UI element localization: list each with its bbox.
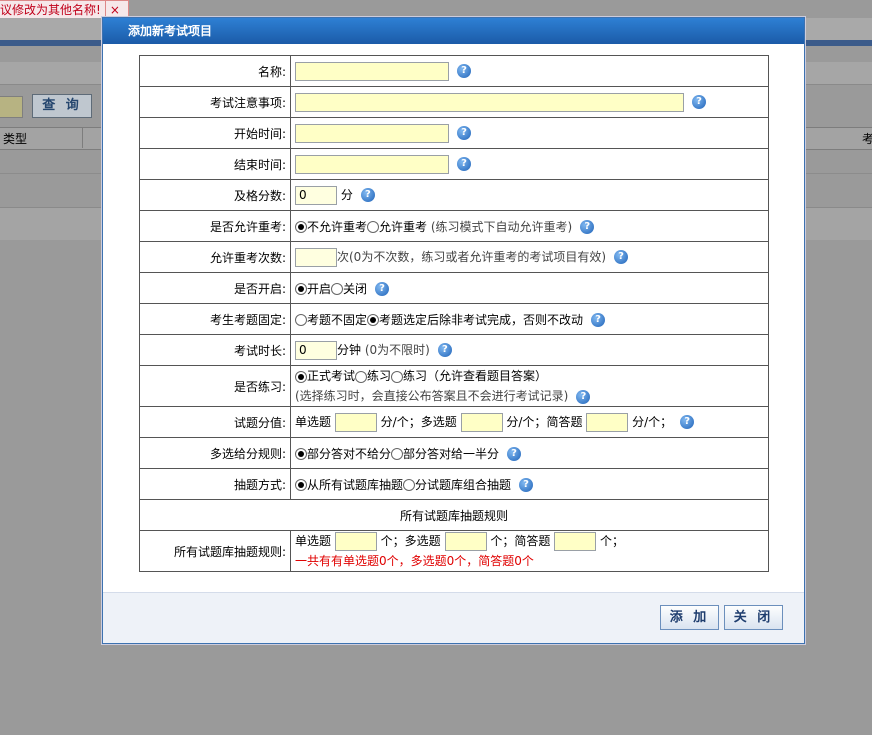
dialog-footer: 添 加 关 闭 — [103, 592, 804, 643]
rule-essay-input[interactable] — [554, 532, 597, 551]
retake-count-label: 允许重考次数: — [139, 241, 291, 273]
practice-option-label: 练习 — [367, 369, 392, 383]
end-time-label: 结束时间: — [139, 148, 291, 180]
retake-no-label: 不允许重考 — [307, 219, 368, 234]
retake-yes-label: 允许重考 — [379, 219, 428, 234]
open-label: 是否开启: — [139, 272, 291, 304]
fixed-no-label: 考题不固定 — [307, 312, 368, 327]
multi-rule-label: 多选给分规则: — [139, 437, 291, 469]
rule-label: 所有试题库抽题规则: — [139, 530, 291, 572]
rule-multi-label: 个；多选题 — [380, 534, 441, 548]
score-multi-unit: 分/个； — [506, 414, 547, 429]
draw-all-label: 从所有试题库抽题 — [307, 477, 404, 492]
draw-group-label: 分试题库组合抽题 — [415, 477, 512, 492]
score-single-unit: 分/个； — [380, 414, 421, 429]
practice-radio[interactable] — [355, 370, 368, 383]
name-label: 名称: — [139, 55, 291, 87]
add-exam-dialog: 添加新考试项目 名称: ? 考试注意事项: ? 开始时间: ? 结束时间: ? … — [102, 17, 805, 644]
help-icon[interactable]: ? — [375, 282, 390, 296]
open-yes-radio[interactable] — [295, 283, 307, 295]
rule-single-input[interactable] — [334, 532, 377, 551]
rule-end-unit: 个； — [600, 534, 625, 548]
draw-group-radio[interactable] — [403, 479, 416, 491]
rule-single-label: 单选题 — [295, 534, 332, 548]
help-icon[interactable]: ? — [576, 389, 591, 404]
start-time-input[interactable] — [295, 123, 449, 143]
practice-view-radio[interactable] — [391, 370, 404, 383]
score-multi-label: 多选题 — [420, 414, 457, 429]
multi-rule-a-radio[interactable] — [295, 448, 307, 460]
help-icon[interactable]: ? — [457, 157, 471, 171]
notes-input[interactable] — [295, 92, 684, 112]
dialog-title-bar[interactable]: 添加新考试项目 — [103, 18, 804, 44]
pass-score-input[interactable]: 0 — [295, 185, 337, 205]
help-icon[interactable]: ? — [614, 250, 628, 264]
open-no-label: 关闭 — [343, 281, 368, 296]
dialog-title: 添加新考试项目 — [128, 24, 213, 38]
help-icon[interactable]: ? — [692, 95, 706, 109]
practice-formal-label: 正式考试 — [307, 369, 356, 383]
fixed-yes-radio[interactable] — [367, 314, 380, 326]
fixed-yes-label: 考题选定后除非考试完成，否则不改动 — [379, 312, 584, 327]
practice-view-label: 练习（允许查看题目答案） — [403, 369, 548, 383]
start-time-label: 开始时间: — [139, 117, 291, 149]
name-input[interactable] — [295, 61, 449, 81]
help-icon[interactable]: ? — [437, 343, 452, 357]
retake-yes-radio[interactable] — [367, 221, 380, 233]
duration-label: 考试时长: — [139, 334, 291, 366]
section-title: 所有试题库抽题规则 — [139, 499, 769, 531]
multi-rule-a-label: 部分答对不给分 — [307, 446, 392, 461]
exam-form: 名称: ? 考试注意事项: ? 开始时间: ? 结束时间: ? 及格分数: 0 … — [139, 55, 769, 572]
retake-hint: (练习模式下自动允许重考) — [430, 219, 573, 234]
retake-no-radio[interactable] — [295, 221, 307, 233]
background-col-type: 类型 — [3, 132, 28, 146]
help-icon[interactable]: ? — [457, 64, 471, 78]
help-icon[interactable]: ? — [519, 478, 534, 492]
background-col-right: 考 — [862, 132, 872, 146]
help-icon[interactable]: ? — [580, 220, 595, 234]
help-icon[interactable]: ? — [360, 188, 375, 202]
duration-input[interactable]: 0 — [295, 340, 337, 360]
help-icon[interactable]: ? — [507, 447, 522, 461]
background-search-button[interactable]: 查 询 — [32, 94, 92, 118]
rule-summary: 一共有有单选题0个，多选题0个，简答题0个 — [295, 554, 534, 568]
duration-unit: 分钟 — [337, 342, 362, 357]
multi-rule-b-radio[interactable] — [391, 448, 404, 460]
background-header-divider — [82, 127, 83, 148]
close-button[interactable]: 关 闭 — [724, 605, 783, 630]
notes-label: 考试注意事项: — [139, 86, 291, 118]
draw-label: 抽题方式: — [139, 468, 291, 500]
score-essay-unit: 分/个； — [632, 414, 673, 429]
retake-count-hint: 次(0为不次数，练习或者允许重考的考试项目有效) — [337, 249, 606, 264]
end-time-input[interactable] — [295, 154, 449, 174]
score-single-label: 单选题 — [295, 414, 332, 429]
background-tab-label: 议修改为其他名称! — [0, 3, 101, 17]
fixed-label: 考生考题固定: — [139, 303, 291, 335]
practice-label: 是否练习: — [139, 365, 291, 407]
pass-score-unit: 分 — [340, 187, 353, 202]
background-search-input[interactable] — [0, 96, 23, 118]
rule-essay-label: 个；简答题 — [490, 534, 551, 548]
duration-hint: (0为不限时) — [364, 342, 430, 357]
open-no-radio[interactable] — [331, 283, 344, 295]
practice-formal-radio[interactable] — [295, 370, 307, 383]
score-essay-label: 简答题 — [546, 414, 583, 429]
score-single-input[interactable] — [334, 412, 377, 432]
retake-count-input[interactable] — [295, 247, 337, 267]
score-label: 试题分值: — [139, 406, 291, 438]
draw-all-radio[interactable] — [295, 479, 307, 491]
multi-rule-b-label: 部分答对给一半分 — [403, 446, 500, 461]
rule-multi-input[interactable] — [444, 532, 487, 551]
open-yes-label: 开启 — [307, 281, 332, 296]
score-multi-input[interactable] — [460, 412, 503, 432]
help-icon[interactable]: ? — [680, 415, 695, 429]
fixed-no-radio[interactable] — [295, 314, 307, 326]
help-icon[interactable]: ? — [457, 126, 471, 140]
practice-hint: (选择练习时，会直接公布答案且不会进行考试记录) — [295, 389, 569, 403]
help-icon[interactable]: ? — [591, 313, 606, 327]
add-button[interactable]: 添 加 — [660, 605, 719, 630]
score-essay-input[interactable] — [586, 412, 629, 432]
retake-label: 是否允许重考: — [139, 210, 291, 242]
pass-score-label: 及格分数: — [139, 179, 291, 211]
